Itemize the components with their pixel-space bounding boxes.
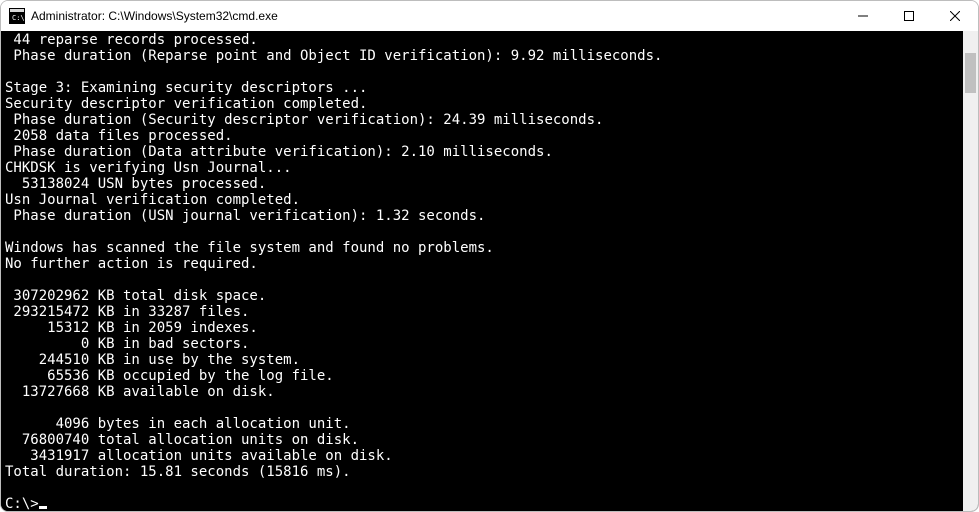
close-button[interactable] xyxy=(932,1,978,31)
client-area: 44 reparse records processed. Phase dura… xyxy=(1,31,978,512)
console-output[interactable]: 44 reparse records processed. Phase dura… xyxy=(1,31,963,512)
cursor xyxy=(39,506,47,509)
scrollbar-thumb[interactable] xyxy=(965,53,976,93)
maximize-button[interactable] xyxy=(886,1,932,31)
svg-text:C:\: C:\ xyxy=(12,14,25,22)
cmd-icon: C:\ xyxy=(9,8,25,24)
vertical-scrollbar[interactable] xyxy=(963,31,978,512)
titlebar[interactable]: C:\ Administrator: C:\Windows\System32\c… xyxy=(1,1,978,31)
minimize-button[interactable] xyxy=(840,1,886,31)
cmd-window: C:\ Administrator: C:\Windows\System32\c… xyxy=(0,0,979,512)
command-prompt[interactable]: C:\> xyxy=(5,496,39,512)
window-title: Administrator: C:\Windows\System32\cmd.e… xyxy=(31,9,278,23)
